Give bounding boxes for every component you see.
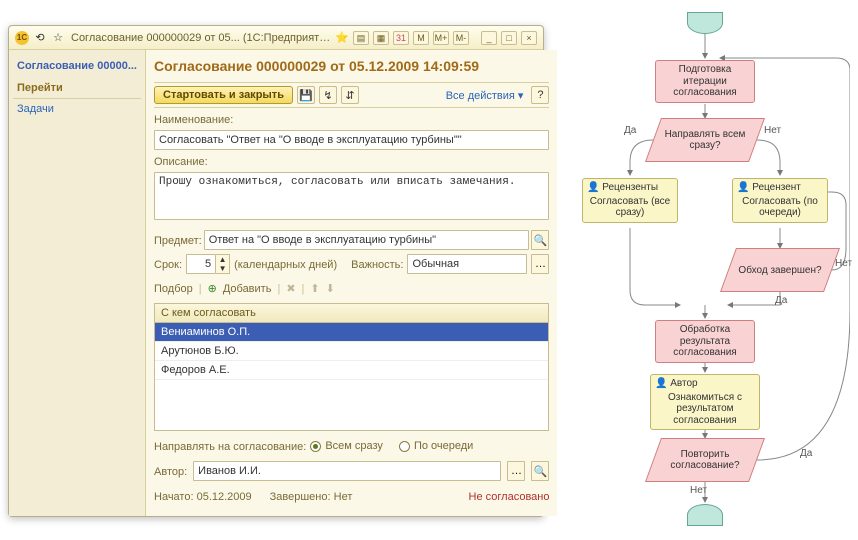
maximize-button[interactable]: □ bbox=[501, 31, 517, 45]
approval-window: 1C ⟲ ☆ Согласование 000000029 от 05... (… bbox=[8, 25, 544, 517]
date-icon[interactable]: 31 bbox=[393, 31, 409, 45]
status-not-agreed: Не согласовано bbox=[469, 491, 550, 503]
close-button[interactable]: × bbox=[521, 31, 537, 45]
mplus-button[interactable]: M+ bbox=[433, 31, 449, 45]
label-subject: Предмет: bbox=[154, 233, 202, 247]
start-terminal bbox=[687, 12, 723, 34]
term-unit: (календарных дней) bbox=[234, 257, 337, 271]
sidebar: Согласование 00000... Перейти Задачи bbox=[9, 50, 146, 516]
table-row[interactable]: Вениаминов О.П. bbox=[155, 323, 548, 342]
sidebar-title: Согласование 00000... bbox=[13, 56, 141, 78]
mminus-button[interactable]: M- bbox=[453, 31, 469, 45]
radio-in-order[interactable] bbox=[399, 441, 410, 452]
subject-lookup-icon[interactable]: 🔍 bbox=[531, 230, 549, 250]
term-spinner[interactable]: ▲▼ bbox=[216, 254, 230, 274]
label-finished: Завершено: bbox=[270, 491, 331, 503]
task-reviewers-all: РецензентыСогласовать (все сразу) bbox=[582, 178, 678, 223]
grid-header: С кем согласовать bbox=[155, 304, 548, 323]
node-process-result: Обработка результата согласования bbox=[655, 320, 755, 363]
move-down-icon[interactable]: ⬇ bbox=[326, 282, 335, 295]
minimize-button[interactable]: _ bbox=[481, 31, 497, 45]
list-commands: Подбор | ⊕ Добавить | ✖ | ⬆ ⬇ bbox=[154, 278, 549, 299]
add-icon[interactable]: ⊕ bbox=[208, 282, 217, 295]
label-author: Автор: bbox=[154, 464, 187, 478]
select-button[interactable]: Подбор bbox=[154, 283, 193, 295]
window-title: Согласование 000000029 от 05... (1С:Пред… bbox=[69, 32, 331, 44]
name-input[interactable] bbox=[154, 130, 549, 150]
delete-icon[interactable]: ✖ bbox=[286, 282, 295, 295]
edge-yes-1: Да bbox=[624, 125, 636, 136]
author-select-button[interactable]: … bbox=[507, 461, 525, 481]
edge-no-2: Нет bbox=[835, 258, 852, 269]
back-icon[interactable]: ⟲ bbox=[33, 31, 47, 45]
save-icon[interactable]: 💾 bbox=[297, 86, 315, 104]
end-terminal bbox=[687, 504, 723, 526]
finished-value: Нет bbox=[334, 491, 353, 503]
star2-icon[interactable]: ⭐ bbox=[335, 31, 349, 45]
term-input[interactable] bbox=[186, 254, 216, 274]
all-actions-menu[interactable]: Все действия ▾ bbox=[446, 89, 524, 102]
label-importance: Важность: bbox=[351, 257, 403, 271]
edge-yes-3: Да bbox=[800, 448, 812, 459]
author-lookup-icon[interactable]: 🔍 bbox=[531, 461, 549, 481]
started-value: 05.12.2009 bbox=[197, 491, 252, 503]
importance-input[interactable] bbox=[407, 254, 527, 274]
move-up-icon[interactable]: ⬆ bbox=[310, 282, 319, 295]
table-row[interactable]: Федоров А.Е. bbox=[155, 361, 548, 380]
sidebar-link-tasks[interactable]: Задачи bbox=[13, 99, 141, 119]
app-1c-icon: 1C bbox=[15, 31, 29, 45]
favorite-icon[interactable]: ☆ bbox=[51, 31, 65, 45]
importance-select-button[interactable]: … bbox=[531, 254, 549, 274]
start-and-close-button[interactable]: Стартовать и закрыть bbox=[154, 86, 293, 104]
label-started: Начато: bbox=[154, 491, 194, 503]
radio-in-order-label: По очереди bbox=[414, 440, 473, 452]
add-button[interactable]: Добавить bbox=[223, 283, 272, 295]
label-send-as: Направлять на согласование: bbox=[154, 439, 306, 453]
sidebar-section: Перейти bbox=[13, 78, 141, 99]
node-prepare: Подготовка итерации согласования bbox=[655, 60, 755, 103]
author-input[interactable] bbox=[193, 461, 501, 481]
task-reviewer-order: РецензентСогласовать (по очереди) bbox=[732, 178, 828, 223]
tb-btn1[interactable]: ▤ bbox=[353, 31, 369, 45]
subject-input[interactable] bbox=[204, 230, 530, 250]
edge-no-3: Нет bbox=[690, 485, 707, 496]
label-name: Наименование: bbox=[154, 112, 549, 126]
tree-icon[interactable]: ⇵ bbox=[341, 86, 359, 104]
decision-send-all: Направлять всем сразу? bbox=[653, 118, 757, 162]
tb-btn2[interactable]: ▦ bbox=[373, 31, 389, 45]
grid-empty-area[interactable] bbox=[155, 380, 548, 430]
main-panel: Согласование 000000029 от 05.12.2009 14:… bbox=[146, 50, 557, 516]
description-input[interactable]: Прошу ознакомиться, согласовать или впис… bbox=[154, 172, 549, 220]
flowchart: Подготовка итерации согласования Направл… bbox=[560, 10, 850, 530]
table-row[interactable]: Арутюнов Б.Ю. bbox=[155, 342, 548, 361]
approvers-grid: С кем согласовать Вениаминов О.П. Арутюн… bbox=[154, 303, 549, 431]
command-bar: Стартовать и закрыть 💾 ↯ ⇵ Все действия … bbox=[154, 82, 549, 108]
edge-no-1: Нет bbox=[764, 125, 781, 136]
label-term: Срок: bbox=[154, 257, 182, 271]
titlebar: 1C ⟲ ☆ Согласование 000000029 от 05... (… bbox=[9, 26, 543, 50]
help-icon[interactable]: ? bbox=[531, 86, 549, 104]
radio-all-at-once-label: Всем сразу bbox=[325, 440, 383, 452]
status-row: Начато: 05.12.2009 Завершено: Нет Не сог… bbox=[154, 485, 549, 503]
m-button[interactable]: M bbox=[413, 31, 429, 45]
decision-loop-done: Обход завершен? bbox=[728, 248, 832, 292]
edge-yes-2: Да bbox=[775, 295, 787, 306]
decision-repeat: Повторить согласование? bbox=[653, 438, 757, 482]
task-author-review: АвторОзнакомиться с результатом согласов… bbox=[650, 374, 760, 430]
page-title: Согласование 000000029 от 05.12.2009 14:… bbox=[154, 56, 549, 78]
label-desc: Описание: bbox=[154, 154, 549, 168]
refresh-icon[interactable]: ↯ bbox=[319, 86, 337, 104]
radio-all-at-once[interactable] bbox=[310, 441, 321, 452]
